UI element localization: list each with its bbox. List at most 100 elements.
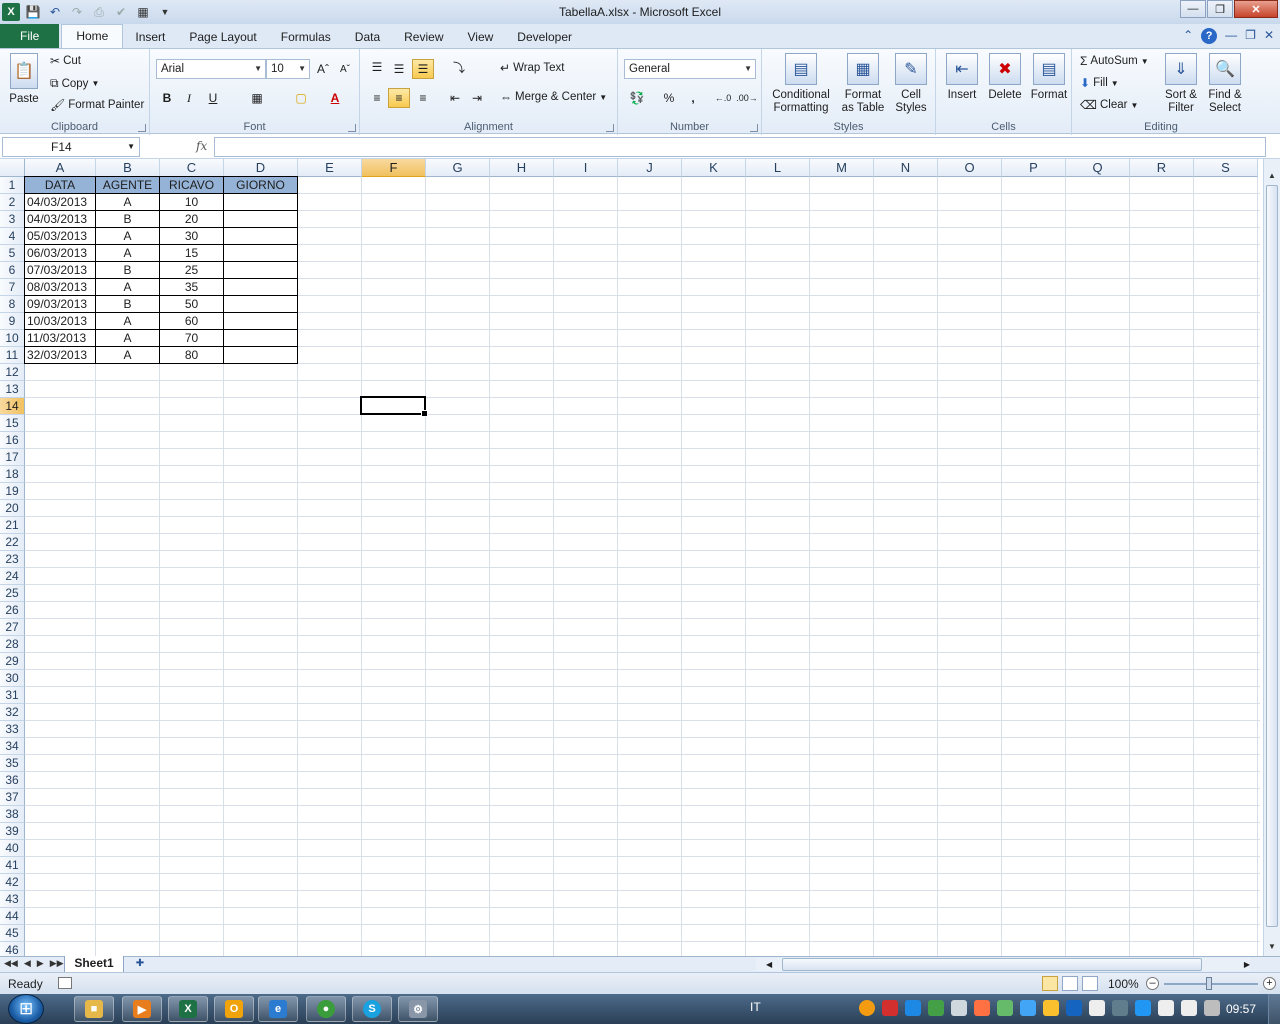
minimize-icon[interactable]: —	[1180, 0, 1206, 18]
mail-icon[interactable]	[951, 1000, 967, 1016]
taskbar-chrome[interactable]: ●	[306, 996, 346, 1022]
row-header[interactable]: 28	[0, 636, 25, 653]
horizontal-scrollbar[interactable]: ◀ ▶	[756, 958, 1250, 971]
borders-icon[interactable]: ▦	[246, 88, 268, 108]
taskbar-outlook[interactable]: O	[214, 996, 254, 1022]
taskbar-media-player[interactable]: ▶	[122, 996, 162, 1022]
row-header[interactable]: 27	[0, 619, 25, 636]
row-header[interactable]: 4	[0, 228, 25, 245]
column-header[interactable]: I	[554, 159, 618, 177]
tab-page-layout[interactable]: Page Layout	[177, 26, 268, 48]
cell-styles-button[interactable]: ✎ Cell Styles	[890, 53, 932, 115]
fill-color-icon[interactable]: ▢	[290, 88, 312, 108]
column-header[interactable]: C	[160, 159, 224, 177]
h-scroll-thumb[interactable]	[782, 958, 1202, 971]
increase-decimal-icon[interactable]: ←.0	[712, 88, 734, 108]
table-cell[interactable]: 10	[159, 193, 224, 211]
increase-indent-icon[interactable]: ⇥	[466, 88, 488, 108]
column-header[interactable]: N	[874, 159, 938, 177]
page-layout-view-icon[interactable]	[1062, 976, 1078, 991]
table-cell[interactable]	[223, 295, 298, 313]
row-header[interactable]: 22	[0, 534, 25, 551]
row-header[interactable]: 6	[0, 262, 25, 279]
row-header[interactable]: 41	[0, 857, 25, 874]
tab-data[interactable]: Data	[343, 26, 392, 48]
cell-area[interactable]: DATA AGENTE RICAVO GIORNO 04/03/2013 A 10 04/03…	[24, 176, 1260, 956]
start-button[interactable]	[8, 994, 44, 1024]
comma-button[interactable]: ,	[682, 88, 704, 108]
table-cell[interactable]	[223, 227, 298, 245]
row-header[interactable]: 45	[0, 925, 25, 942]
row-header[interactable]: 33	[0, 721, 25, 738]
table-cell[interactable]: A	[95, 278, 160, 296]
autosum-button[interactable]: Σ AutoSum ▼	[1080, 54, 1149, 68]
table-cell[interactable]: 35	[159, 278, 224, 296]
align-middle-icon[interactable]: ☰	[388, 59, 410, 79]
column-header[interactable]: J	[618, 159, 682, 177]
taskbar-app[interactable]: ⚙	[398, 996, 438, 1022]
insert-sheet-icon[interactable]: ✚	[130, 958, 150, 971]
merge-center-button[interactable]: ⇔ Merge & Center ▼	[500, 90, 607, 104]
save-icon[interactable]: 💾	[24, 3, 42, 21]
bold-button[interactable]: B	[156, 88, 178, 108]
row-header[interactable]: 3	[0, 211, 25, 228]
table-cell[interactable]: 04/03/2013	[24, 193, 96, 211]
row-header[interactable]: 40	[0, 840, 25, 857]
page-break-view-icon[interactable]	[1082, 976, 1098, 991]
table-header-cell[interactable]: DATA	[24, 176, 96, 194]
taskbar-explorer[interactable]: ■	[74, 996, 114, 1022]
column-header[interactable]: G	[426, 159, 490, 177]
maximize-icon[interactable]: ❐	[1207, 0, 1233, 18]
table-cell[interactable]: 10/03/2013	[24, 312, 96, 330]
tray-app-icon[interactable]	[859, 1000, 875, 1016]
table-cell[interactable]: 32/03/2013	[24, 346, 96, 364]
display-icon[interactable]	[1112, 1000, 1128, 1016]
column-header[interactable]: Q	[1066, 159, 1130, 177]
row-header[interactable]: 19	[0, 483, 25, 500]
column-header[interactable]: K	[682, 159, 746, 177]
redo-icon[interactable]: ↷	[68, 3, 86, 21]
zoom-level[interactable]: 100%	[1108, 977, 1139, 991]
decrease-decimal-icon[interactable]: .00→	[736, 88, 758, 108]
tab-review[interactable]: Review	[392, 26, 455, 48]
taskbar-excel[interactable]: X	[168, 996, 208, 1022]
column-header[interactable]: F	[362, 159, 426, 177]
column-header[interactable]: D	[224, 159, 298, 177]
column-header[interactable]: H	[490, 159, 554, 177]
customize-qat-icon[interactable]: ▼	[156, 3, 174, 21]
table-cell[interactable]: A	[95, 244, 160, 262]
row-header[interactable]: 10	[0, 330, 25, 347]
table-cell[interactable]: B	[95, 261, 160, 279]
tab-insert[interactable]: Insert	[123, 26, 177, 48]
row-header[interactable]: 13	[0, 381, 25, 398]
row-header[interactable]: 39	[0, 823, 25, 840]
row-header[interactable]: 37	[0, 789, 25, 806]
row-header[interactable]: 43	[0, 891, 25, 908]
table-cell[interactable]	[223, 193, 298, 211]
excel-logo-icon[interactable]: X	[2, 3, 20, 21]
row-header[interactable]: 38	[0, 806, 25, 823]
language-indicator[interactable]: IT	[750, 1000, 761, 1014]
prev-sheet-icon[interactable]: ◀	[24, 958, 31, 969]
row-header[interactable]: 18	[0, 466, 25, 483]
network-app-icon[interactable]	[1020, 1000, 1036, 1016]
table-cell[interactable]	[223, 244, 298, 262]
table-cell[interactable]	[223, 312, 298, 330]
table-cell[interactable]: 08/03/2013	[24, 278, 96, 296]
vertical-scrollbar[interactable]: ▲ ▼	[1263, 159, 1280, 956]
dropbox-icon[interactable]	[905, 1000, 921, 1016]
formula-input[interactable]	[214, 137, 1266, 157]
font-color-icon[interactable]: A	[324, 88, 346, 108]
table-cell[interactable]: A	[95, 227, 160, 245]
tab-view[interactable]: View	[456, 26, 506, 48]
table-cell[interactable]: A	[95, 193, 160, 211]
dialog-launcher-icon[interactable]	[138, 124, 146, 132]
volume-icon[interactable]	[1181, 1000, 1197, 1016]
scroll-down-icon[interactable]: ▼	[1264, 940, 1280, 954]
row-header[interactable]: 30	[0, 670, 25, 687]
update-icon[interactable]	[1135, 1000, 1151, 1016]
table-cell[interactable]: 80	[159, 346, 224, 364]
row-header[interactable]: 14	[0, 398, 25, 415]
table-cell[interactable]: 06/03/2013	[24, 244, 96, 262]
spelling-icon[interactable]: ✔	[112, 3, 130, 21]
